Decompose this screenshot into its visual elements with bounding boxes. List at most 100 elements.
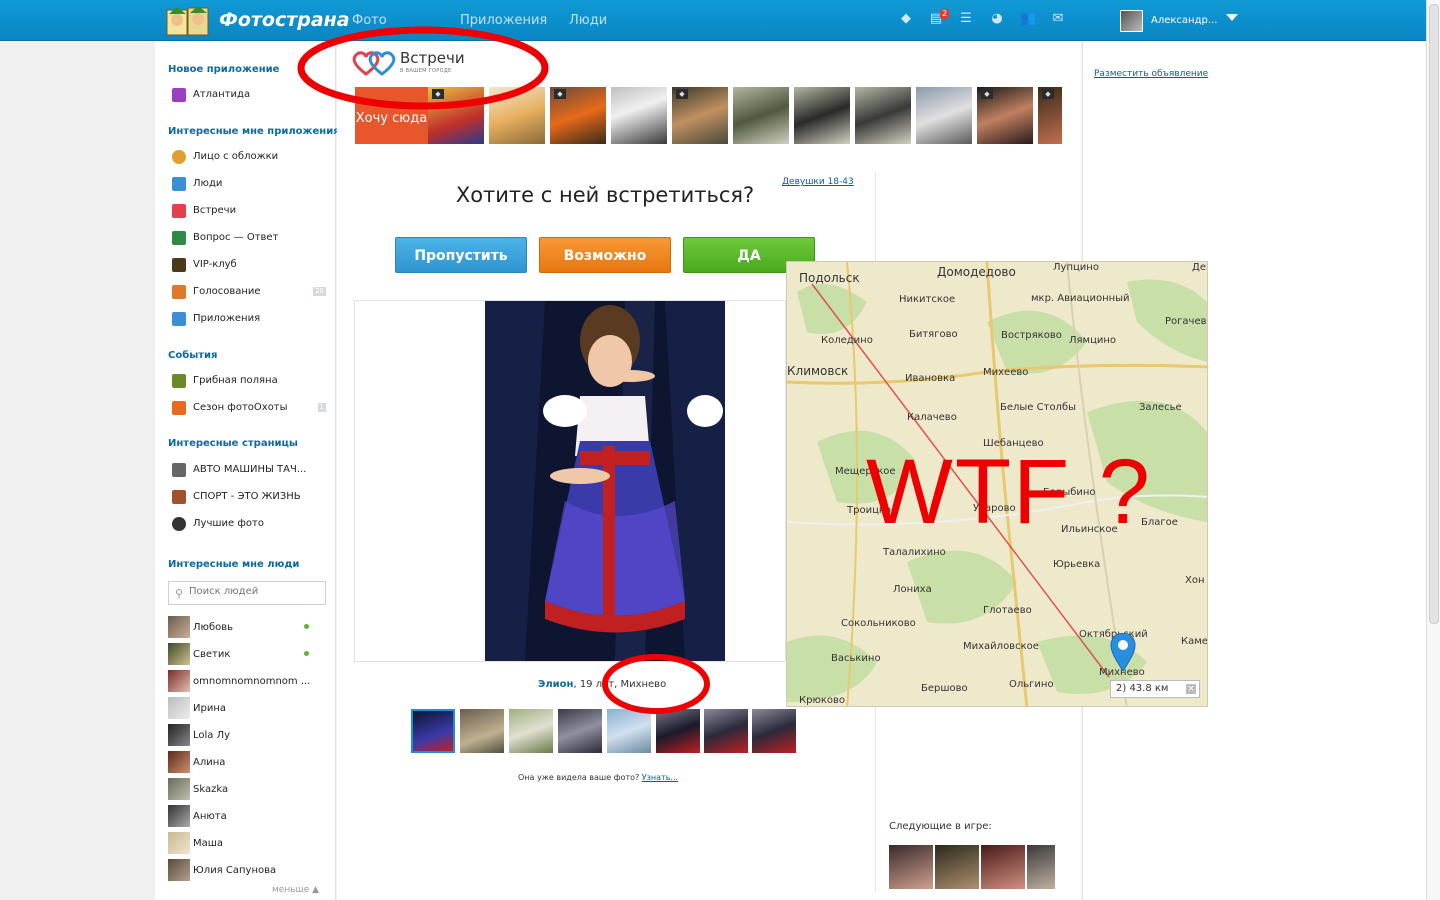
- diamond-icon[interactable]: ◆: [899, 12, 913, 26]
- place-ad-link[interactable]: Разместить объявление: [1094, 69, 1208, 79]
- strip-photo[interactable]: [855, 87, 911, 144]
- want-here-button[interactable]: Хочу сюда: [355, 87, 428, 144]
- strip-photo[interactable]: ◆: [550, 87, 606, 144]
- nav-photo[interactable]: Фото: [352, 13, 387, 28]
- people-search[interactable]: ⚲: [168, 581, 326, 605]
- person-item[interactable]: Ирина: [168, 697, 326, 719]
- show-less-link[interactable]: меньше ▲: [272, 885, 319, 895]
- strip-photo[interactable]: [916, 87, 972, 144]
- close-icon[interactable]: ×: [1186, 684, 1196, 694]
- sidebar-item-page-cars[interactable]: АВТО МАШИНЫ ТАЧ...: [172, 462, 330, 478]
- photo-thumbnail[interactable]: [704, 709, 748, 753]
- strip-photo[interactable]: ◆: [1038, 87, 1062, 144]
- logo-text[interactable]: Фотострана: [219, 9, 350, 31]
- photo-thumbnail[interactable]: [509, 709, 553, 753]
- news-badge: 2: [940, 9, 950, 19]
- sidebar-item-page-best-photo[interactable]: Лучшие фото: [172, 516, 330, 532]
- next-player-photo[interactable]: [1027, 845, 1055, 889]
- search-input[interactable]: [189, 586, 319, 597]
- person-name: Skazka: [193, 784, 229, 795]
- person-item[interactable]: Skazka: [168, 778, 326, 800]
- sidebar-item-atlantida[interactable]: Атлантида: [172, 87, 330, 103]
- avatar: [168, 778, 190, 800]
- sidebar-item-people[interactable]: Люди: [172, 176, 330, 192]
- photo-thumbnail[interactable]: [558, 709, 602, 753]
- sidebar-item-label: Сезон фотоОхоты: [193, 402, 288, 413]
- nav-people[interactable]: Люди: [569, 13, 607, 28]
- person-item[interactable]: Светик: [168, 643, 326, 665]
- next-player-photo[interactable]: [981, 845, 1025, 889]
- next-player-photo[interactable]: [935, 845, 979, 889]
- strip-photo[interactable]: ◆: [428, 87, 484, 144]
- avatar[interactable]: [1120, 10, 1143, 32]
- user-name[interactable]: Александр...: [1151, 15, 1217, 26]
- scrollbar[interactable]: [1426, 0, 1440, 900]
- sidebar-item-qa[interactable]: Вопрос — Ответ: [172, 230, 330, 246]
- sidebar-item-voting[interactable]: Голосование 20: [172, 284, 330, 300]
- photo-thumbnail[interactable]: [656, 709, 700, 753]
- person-item[interactable]: omnomnomnomnom ...: [168, 670, 326, 692]
- sport-icon: [172, 490, 186, 504]
- sidebar-item-mushroom[interactable]: Грибная поляна: [172, 373, 330, 389]
- sidebar-item-page-sport[interactable]: СПОРТ - ЭТО ЖИЗНЬ: [172, 489, 330, 505]
- photo-thumbnail[interactable]: [752, 709, 796, 753]
- map-pin-icon[interactable]: [1110, 632, 1136, 676]
- strip-photo[interactable]: [489, 87, 545, 144]
- distance-text: 2) 43.8 км: [1116, 683, 1169, 694]
- strip-photo[interactable]: ◆: [977, 87, 1033, 144]
- profile-name[interactable]: Элион: [538, 679, 573, 690]
- sidebar-item-label: СПОРТ - ЭТО ЖИЗНЬ: [193, 491, 301, 502]
- pie-icon[interactable]: ◕: [990, 12, 1004, 26]
- maybe-button[interactable]: Возможно: [539, 237, 671, 273]
- person-item[interactable]: Юлия Сапунова: [168, 859, 326, 881]
- next-player-photo[interactable]: [889, 845, 933, 889]
- mail-icon[interactable]: ✉: [1051, 12, 1065, 26]
- map-label: Рогачево: [1165, 316, 1208, 327]
- sidebar-item-photo-hunt[interactable]: Сезон фотоОхоты 1: [172, 400, 330, 416]
- nav-apps[interactable]: Приложения: [460, 13, 547, 28]
- logo-icon[interactable]: [166, 4, 210, 37]
- sidebar-item-vip[interactable]: VIP-клуб: [172, 257, 330, 273]
- person-item[interactable]: Алина: [168, 751, 326, 773]
- profile-photo[interactable]: [485, 301, 725, 661]
- person-item[interactable]: Любовь: [168, 616, 326, 638]
- strip-photo[interactable]: [611, 87, 667, 144]
- list-icon[interactable]: ☰: [959, 12, 973, 26]
- sidebar-item-label: Лицо с обложки: [193, 151, 279, 162]
- sidebar-item-cover-face[interactable]: Лицо с обложки: [172, 149, 330, 165]
- strip-photo[interactable]: [733, 87, 789, 144]
- strip-photo[interactable]: ◆: [672, 87, 728, 144]
- avatar: [168, 643, 190, 665]
- skip-button[interactable]: Пропустить: [395, 237, 527, 273]
- search-icon: ⚲: [175, 587, 184, 600]
- section-pages[interactable]: Интересные страницы: [168, 438, 298, 449]
- person-name: Ирина: [193, 703, 226, 714]
- section-people[interactable]: Интересные мне люди: [168, 559, 299, 570]
- person-name: omnomnomnomnom ...: [193, 676, 311, 687]
- photo-thumbnail[interactable]: [460, 709, 504, 753]
- avatar: [168, 616, 190, 638]
- section-fav-apps[interactable]: Интересные мне приложения: [168, 126, 340, 137]
- person-item[interactable]: Анюта: [168, 805, 326, 827]
- app-title: Встречи: [400, 49, 465, 67]
- count-badge: 1: [317, 403, 326, 412]
- profile-caption: Элион, 19 лет, Михнево: [538, 679, 667, 690]
- scrollbar-thumb[interactable]: [1429, 4, 1439, 624]
- person-item[interactable]: Маша: [168, 832, 326, 854]
- hearts-logo-icon[interactable]: [352, 50, 398, 79]
- find-out-link[interactable]: Узнать...: [642, 773, 678, 782]
- sidebar-item-apps[interactable]: Приложения: [172, 311, 330, 327]
- sidebar-item-label: Голосование: [193, 286, 261, 297]
- photo-thumbnail[interactable]: [411, 709, 455, 753]
- photo-thumbnail[interactable]: [607, 709, 651, 753]
- section-new-app[interactable]: Новое приложение: [168, 64, 279, 75]
- friends-icon[interactable]: 👥: [1020, 12, 1036, 26]
- sidebar-item-meetings[interactable]: Встречи: [172, 203, 330, 219]
- chevron-down-icon[interactable]: [1226, 14, 1238, 21]
- person-item[interactable]: Lola Лу: [168, 724, 326, 746]
- strip-photo[interactable]: [794, 87, 850, 144]
- map-label: Лониха: [893, 584, 932, 595]
- section-events[interactable]: События: [168, 350, 217, 361]
- mushroom-icon: [172, 374, 186, 388]
- avatar: [168, 697, 190, 719]
